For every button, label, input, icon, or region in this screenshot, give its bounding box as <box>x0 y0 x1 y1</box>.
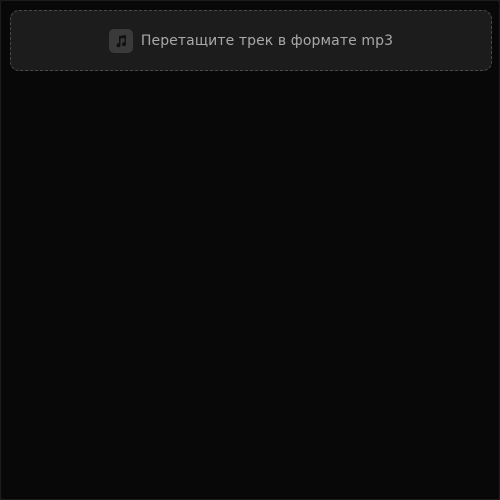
mp3-drop-zone[interactable]: Перетащите трек в формате mp3 <box>10 10 492 71</box>
drop-zone-label: Перетащите трек в формате mp3 <box>140 32 394 49</box>
app-window: Перетащите трек в формате mp3 <box>1 1 499 499</box>
music-note-icon <box>108 28 133 53</box>
